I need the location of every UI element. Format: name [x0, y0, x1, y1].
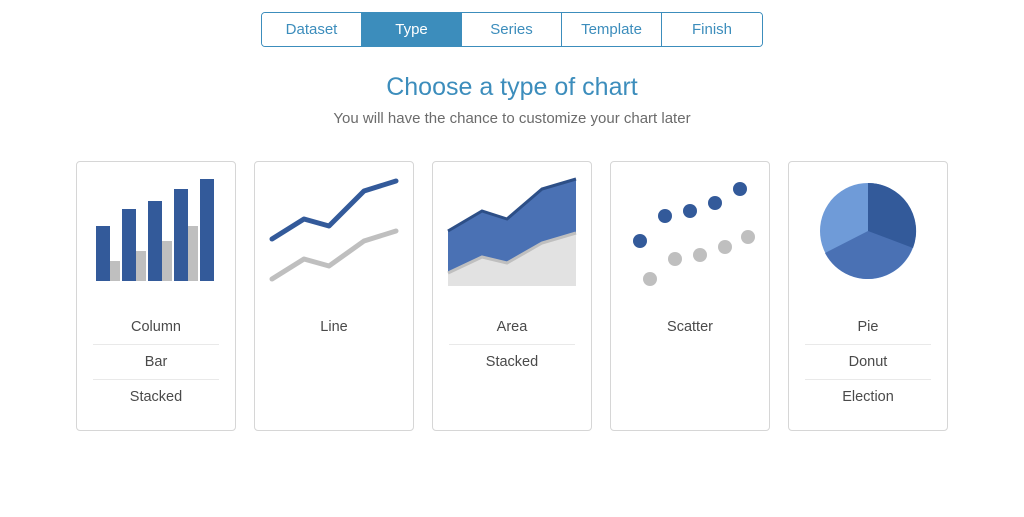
- column-chart-icon: [77, 162, 235, 300]
- option-scatter[interactable]: Scatter: [627, 310, 753, 344]
- pie-chart-icon: [789, 162, 947, 300]
- option-area-stacked[interactable]: Stacked: [449, 345, 575, 379]
- card-column-options: Column Bar Stacked: [77, 300, 235, 430]
- card-line-options: Line: [255, 300, 413, 360]
- option-election[interactable]: Election: [805, 380, 931, 414]
- option-pie[interactable]: Pie: [805, 310, 931, 345]
- card-scatter-options: Scatter: [611, 300, 769, 360]
- tab-finish[interactable]: Finish: [662, 13, 762, 46]
- scatter-chart-icon: [611, 162, 769, 300]
- card-pie-options: Pie Donut Election: [789, 300, 947, 430]
- tab-dataset[interactable]: Dataset: [262, 13, 362, 46]
- option-column[interactable]: Column: [93, 310, 219, 345]
- tab-template[interactable]: Template: [562, 13, 662, 46]
- option-area[interactable]: Area: [449, 310, 575, 345]
- option-bar[interactable]: Bar: [93, 345, 219, 380]
- option-line[interactable]: Line: [271, 310, 397, 344]
- line-chart-icon: [255, 162, 413, 300]
- option-donut[interactable]: Donut: [805, 345, 931, 380]
- tab-type[interactable]: Type: [362, 13, 462, 46]
- chart-type-cards: Column Bar Stacked Line Area: [0, 161, 1024, 431]
- area-chart-icon: [433, 162, 591, 300]
- chart-card-pie[interactable]: Pie Donut Election: [788, 161, 948, 431]
- chart-card-column[interactable]: Column Bar Stacked: [76, 161, 236, 431]
- chart-card-line[interactable]: Line: [254, 161, 414, 431]
- chart-card-area[interactable]: Area Stacked: [432, 161, 592, 431]
- page-title: Choose a type of chart: [0, 73, 1024, 102]
- page-subtitle: You will have the chance to customize yo…: [0, 110, 1024, 127]
- header: Choose a type of chart You will have the…: [0, 73, 1024, 127]
- tab-series[interactable]: Series: [462, 13, 562, 46]
- card-area-options: Area Stacked: [433, 300, 591, 395]
- wizard-tabs-inner: Dataset Type Series Template Finish: [261, 12, 763, 47]
- option-column-stacked[interactable]: Stacked: [93, 380, 219, 414]
- chart-card-scatter[interactable]: Scatter: [610, 161, 770, 431]
- wizard-tabs: Dataset Type Series Template Finish: [0, 0, 1024, 47]
